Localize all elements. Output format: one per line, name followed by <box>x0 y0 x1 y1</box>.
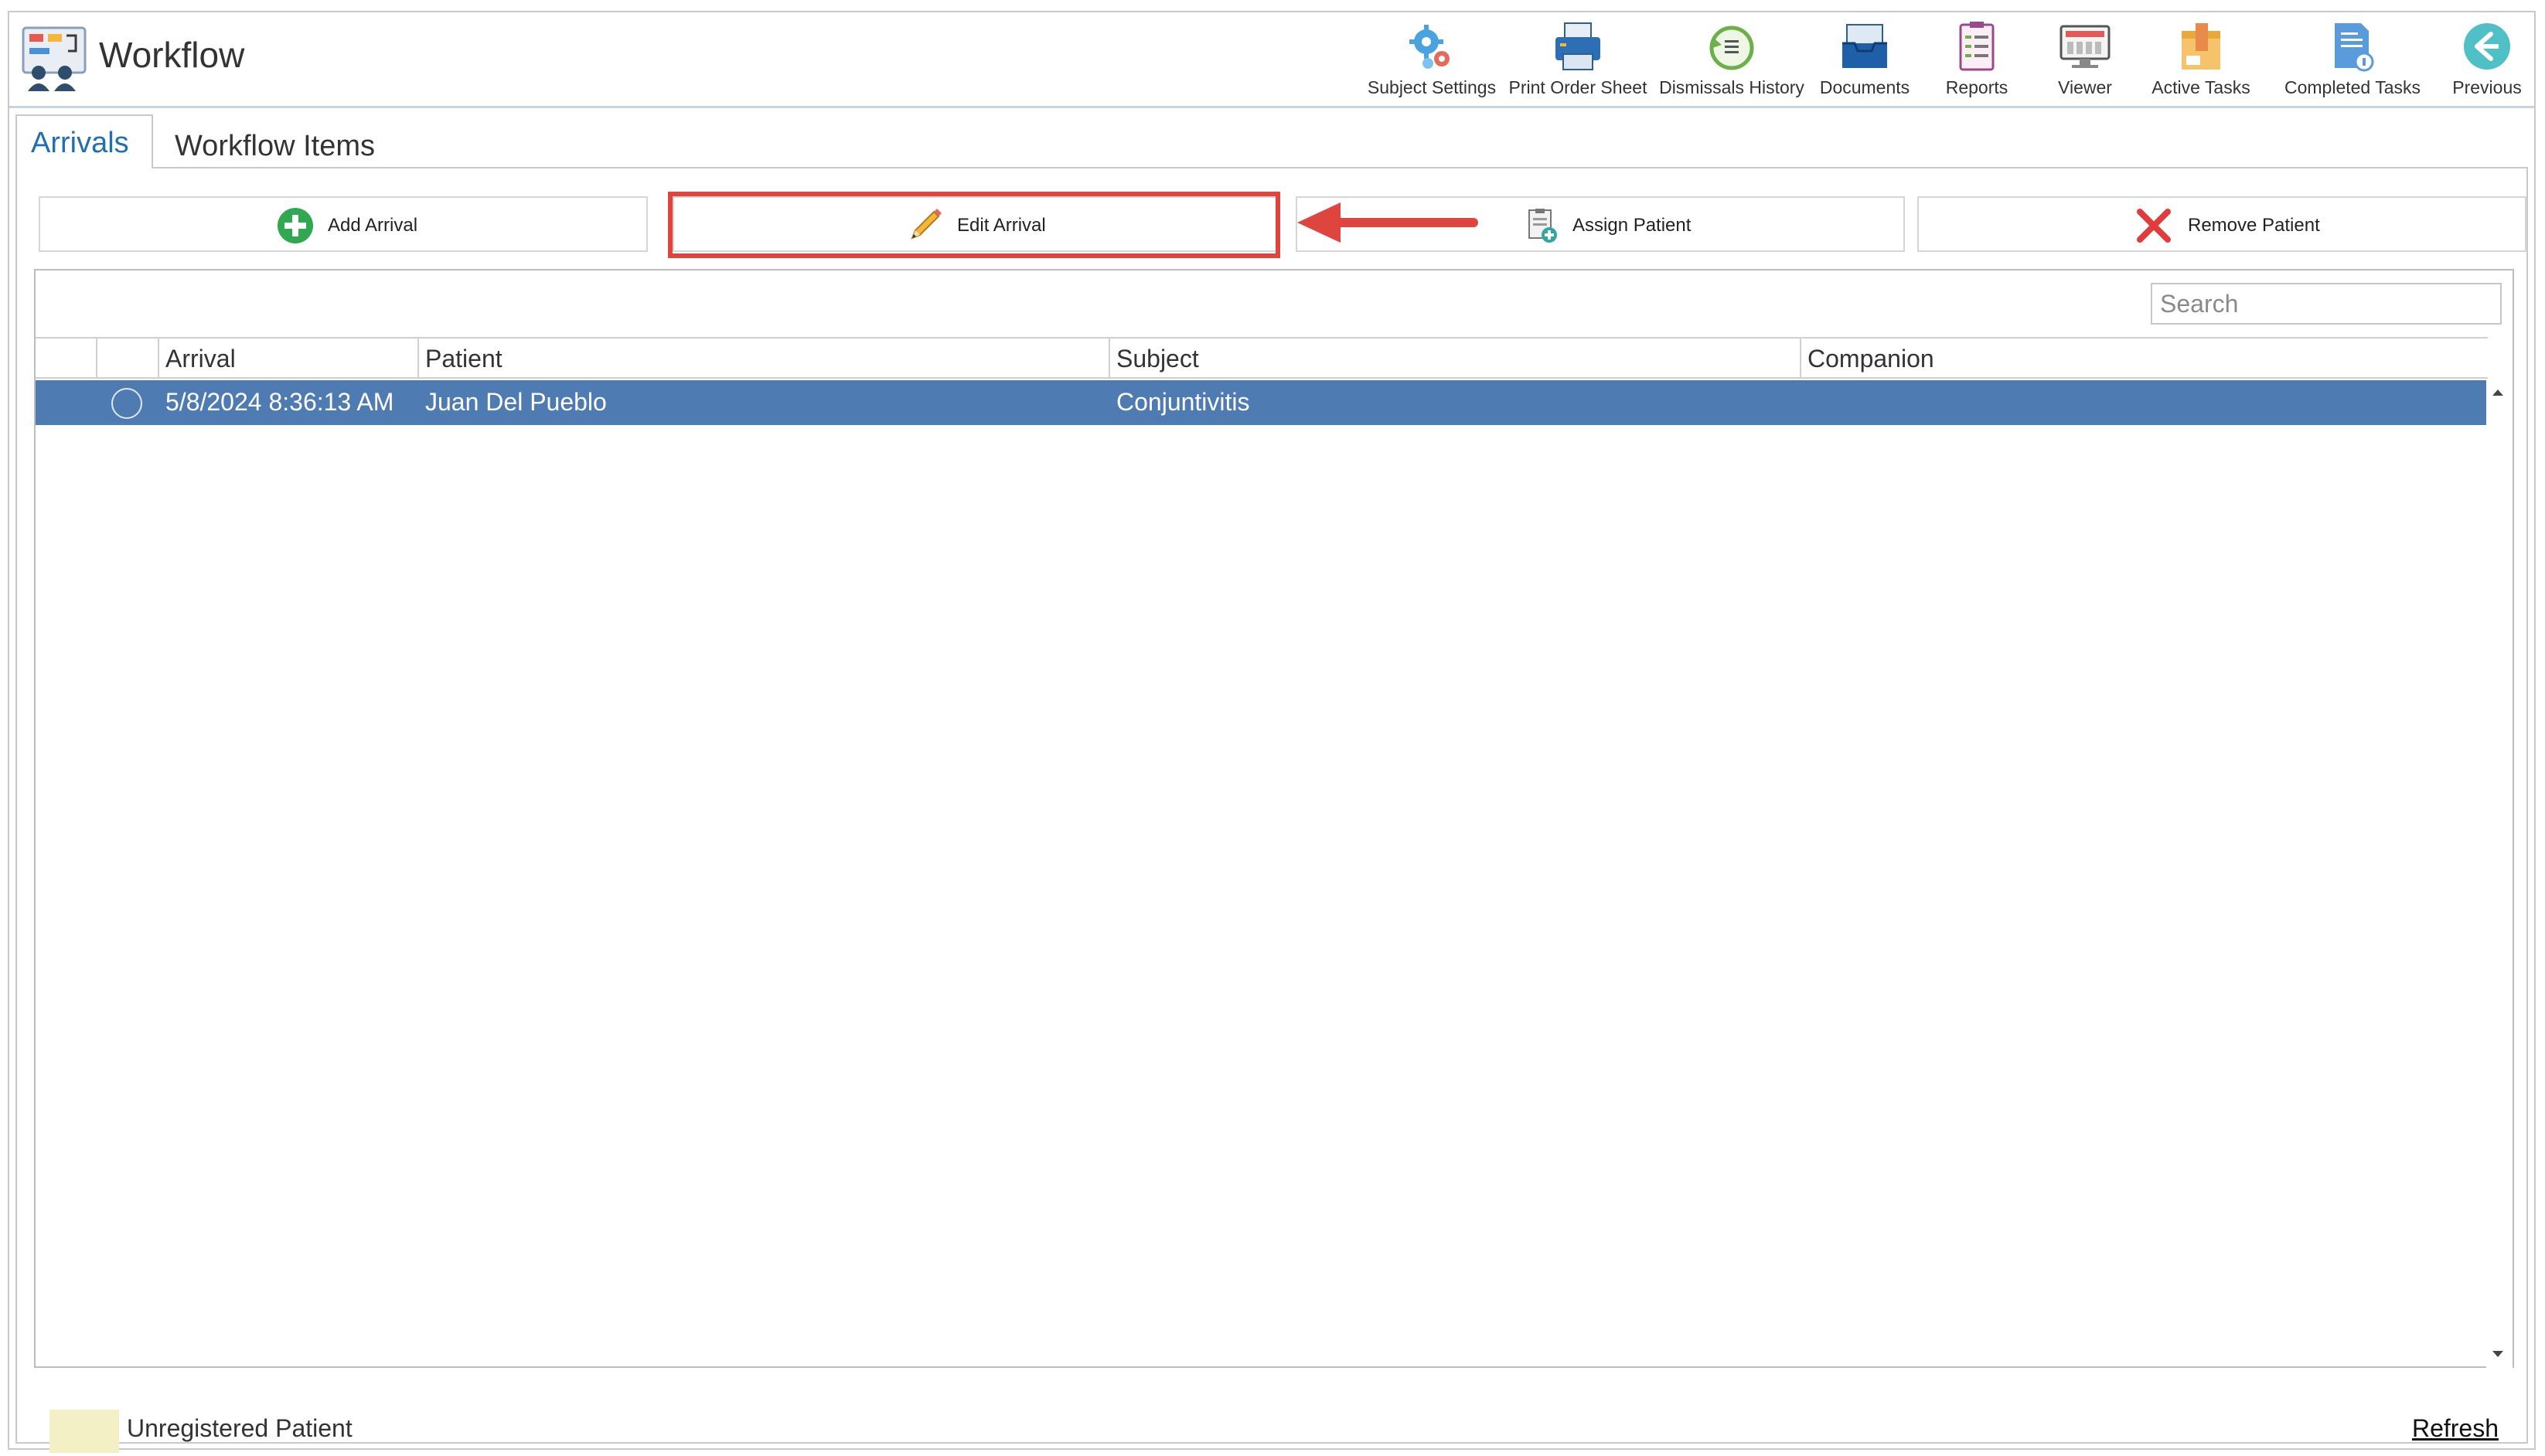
refresh-link[interactable]: Refresh <box>2412 1414 2499 1443</box>
grid-scrollbar[interactable] <box>2486 380 2513 1368</box>
active-tasks-icon <box>2182 23 2220 70</box>
remove-patient-label: Remove Patient <box>2188 215 2320 236</box>
column-header-patient[interactable]: Patient <box>419 338 1110 379</box>
tab-workflow-items[interactable]: Workflow Items <box>161 119 416 173</box>
documents-label: Documents <box>1819 77 1910 97</box>
add-arrival-label: Add Arrival <box>328 215 418 236</box>
clipboard-icon <box>1959 22 1995 71</box>
add-arrival-button[interactable]: Add Arrival <box>39 196 648 252</box>
monitor-icon <box>2060 25 2111 68</box>
unregistered-legend-swatch <box>49 1410 119 1453</box>
subject-settings-button[interactable]: Subject Settings <box>1354 15 1509 102</box>
arrivals-grid: Arrival Patient Subject Companion 5/8/20… <box>34 269 2514 1368</box>
back-arrow-icon <box>2464 23 2510 70</box>
dismissals-history-button[interactable]: Dismissals History <box>1653 15 1811 102</box>
inbox-tray-icon <box>1842 24 1887 68</box>
column-header-blank-1 <box>36 338 97 379</box>
column-header-companion[interactable]: Companion <box>1801 338 2488 379</box>
unregistered-legend-label: Unregistered Patient <box>127 1414 353 1442</box>
viewer-button[interactable]: Viewer <box>2042 15 2128 102</box>
row-status-radio[interactable] <box>111 388 142 419</box>
row-patient: Juan Del Pueblo <box>425 388 607 416</box>
row-companion <box>1801 380 2488 425</box>
reports-label: Reports <box>1945 77 2008 97</box>
header-bar: Workflow Subject Settings Print Order Sh… <box>9 12 2534 108</box>
assign-patient-label: Assign Patient <box>1572 215 1692 236</box>
tab-arrivals[interactable]: Arrivals <box>15 114 153 168</box>
reports-button[interactable]: Reports <box>1934 15 2019 102</box>
edit-arrival-button[interactable]: Edit Arrival <box>673 196 1277 252</box>
active-tasks-label: Active Tasks <box>2151 77 2250 97</box>
documents-button[interactable]: Documents <box>1811 15 1919 102</box>
gears-icon <box>1409 25 1450 69</box>
viewer-label: Viewer <box>2058 77 2112 97</box>
column-header-arrival[interactable]: Arrival <box>159 338 419 379</box>
previous-button[interactable]: Previous <box>2441 15 2533 102</box>
red-x-icon <box>2137 209 2171 243</box>
active-tasks-button[interactable]: Active Tasks <box>2143 15 2259 102</box>
completed-tasks-label: Completed Tasks <box>2284 77 2421 97</box>
search-input[interactable] <box>2151 283 2502 325</box>
print-order-sheet-label: Print Order Sheet <box>1508 77 1647 97</box>
app-title: Workflow <box>99 35 245 75</box>
scroll-down-arrow-icon[interactable] <box>2492 1351 2503 1357</box>
tab-area: Arrivals Workflow Items Add Arrival Edit… <box>9 114 2534 1453</box>
print-order-sheet-button[interactable]: Print Order Sheet <box>1504 15 1651 102</box>
table-row[interactable]: 5/8/2024 8:36:13 AM Juan Del Pueblo Conj… <box>36 380 2488 425</box>
column-header-blank-2 <box>97 338 159 379</box>
workflow-window: Workflow Subject Settings Print Order Sh… <box>8 11 2536 1453</box>
completed-tasks-icon <box>2335 23 2374 72</box>
subject-settings-label: Subject Settings <box>1367 77 1497 97</box>
arrivals-panel: Add Arrival Edit Arrival Assign Patient … <box>15 167 2528 1453</box>
scroll-up-arrow-icon[interactable] <box>2492 390 2503 396</box>
edit-arrival-label: Edit Arrival <box>957 215 1046 236</box>
plus-circle-icon <box>278 208 313 243</box>
dismissals-history-label: Dismissals History <box>1659 77 1804 97</box>
history-icon <box>1709 26 1754 70</box>
row-subject: Conjuntivitis <box>1116 388 1250 416</box>
pencil-icon <box>911 209 942 240</box>
annotation-arrow-icon <box>1297 202 1478 243</box>
printer-icon <box>1555 22 1600 70</box>
assign-document-icon <box>1528 209 1557 243</box>
row-arrival: 5/8/2024 8:36:13 AM <box>165 388 394 416</box>
grid-column-header: Arrival Patient Subject Companion <box>36 337 2488 379</box>
workflow-logo-icon <box>22 26 87 91</box>
column-header-subject[interactable]: Subject <box>1110 338 1801 379</box>
remove-patient-button[interactable]: Remove Patient <box>1917 196 2526 252</box>
completed-tasks-button[interactable]: Completed Tasks <box>2271 15 2434 102</box>
previous-label: Previous <box>2452 77 2522 97</box>
